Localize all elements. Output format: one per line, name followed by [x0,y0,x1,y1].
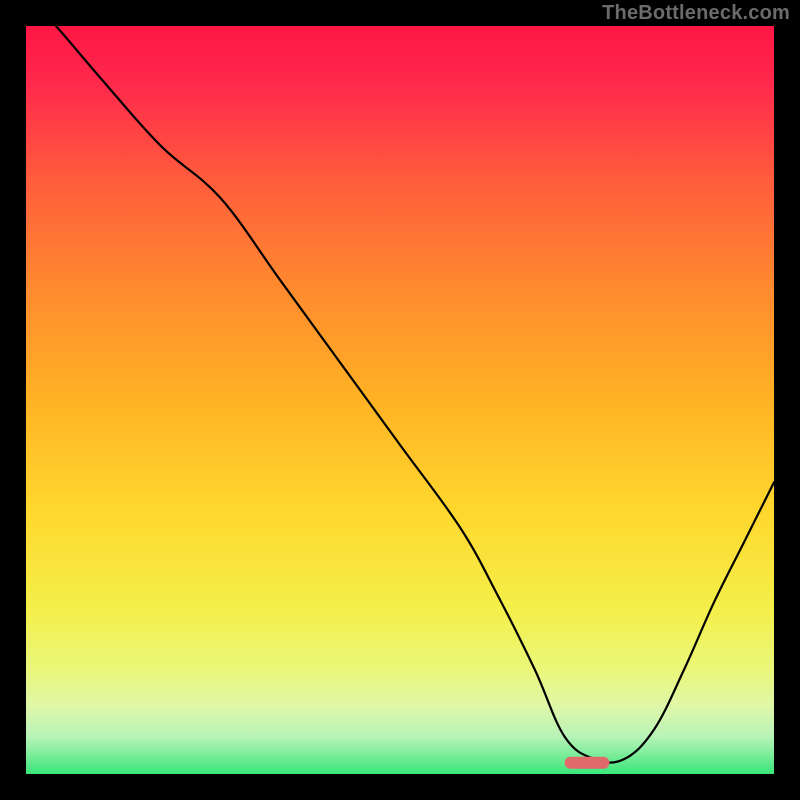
chart-frame [25,25,775,775]
optimal-marker [565,757,610,769]
watermark-text: TheBottleneck.com [602,2,790,25]
chart-background [26,26,774,774]
bottleneck-chart [26,26,774,774]
